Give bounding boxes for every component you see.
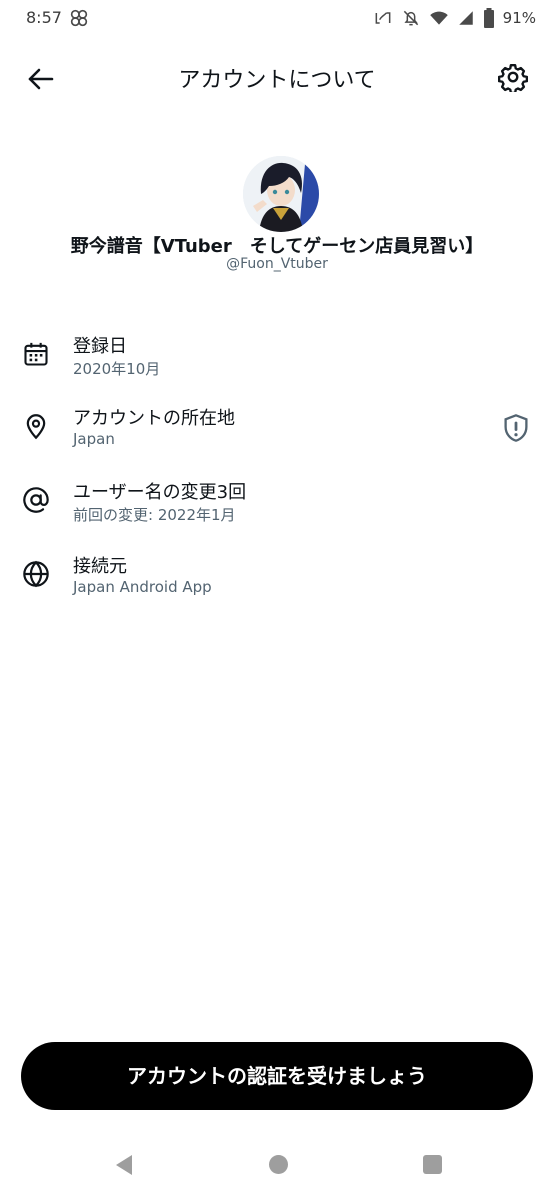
info-label: 登録日 [73, 336, 127, 357]
avatar-image [243, 156, 319, 232]
info-label: 接続元 [73, 556, 127, 577]
battery-icon [483, 8, 494, 28]
info-label: アカウントの所在地 [73, 408, 235, 429]
calendar-icon [24, 342, 48, 366]
info-value: 前回の変更: 2022年1月 [73, 506, 236, 524]
at-sign-icon [23, 487, 49, 513]
user-handle: @Fuon_Vtuber [226, 256, 328, 272]
status-time: 8:57 [26, 8, 62, 27]
signal-icon [458, 11, 473, 25]
info-value: Japan [73, 430, 115, 448]
nfc-icon [375, 12, 391, 24]
top-app-bar: アカウントについて [0, 50, 554, 106]
bell-off-icon [403, 10, 418, 26]
info-row-account-location[interactable]: アカウントの所在地 Japan [0, 404, 554, 464]
display-name: 野今譜音【VTuber そしてゲーセン店員見習い】 [70, 236, 484, 257]
status-icons: 91% [373, 6, 536, 30]
shield-alert-icon[interactable] [502, 413, 530, 443]
location-pin-icon [26, 414, 46, 440]
info-row-connected-via: 接続元 Japan Android App [0, 552, 554, 612]
status-bar: 8:57 91% [0, 0, 554, 36]
system-navigation-bar [0, 1136, 554, 1192]
gear-icon [497, 63, 529, 95]
avatar[interactable] [243, 156, 319, 232]
pinwheel-icon [70, 9, 88, 27]
nav-recents-icon[interactable] [423, 1155, 442, 1174]
info-value: 2020年10月 [73, 360, 161, 378]
info-row-username-changes: ユーザー名の変更3回 前回の変更: 2022年1月 [0, 478, 554, 538]
info-label: ユーザー名の変更3回 [73, 482, 247, 503]
page-title: アカウントについて [178, 68, 376, 93]
nav-back-icon[interactable] [114, 1154, 134, 1176]
wifi-icon [429, 11, 448, 25]
get-verified-button[interactable]: アカウントの認証を受けましょう [21, 1042, 533, 1110]
globe-icon [23, 560, 49, 588]
settings-button[interactable] [497, 62, 529, 95]
info-value: Japan Android App [73, 578, 212, 596]
info-row-registration-date: 登録日 2020年10月 [0, 332, 554, 392]
nav-home-icon[interactable] [269, 1155, 288, 1174]
battery-percentage: 91% [502, 9, 536, 27]
